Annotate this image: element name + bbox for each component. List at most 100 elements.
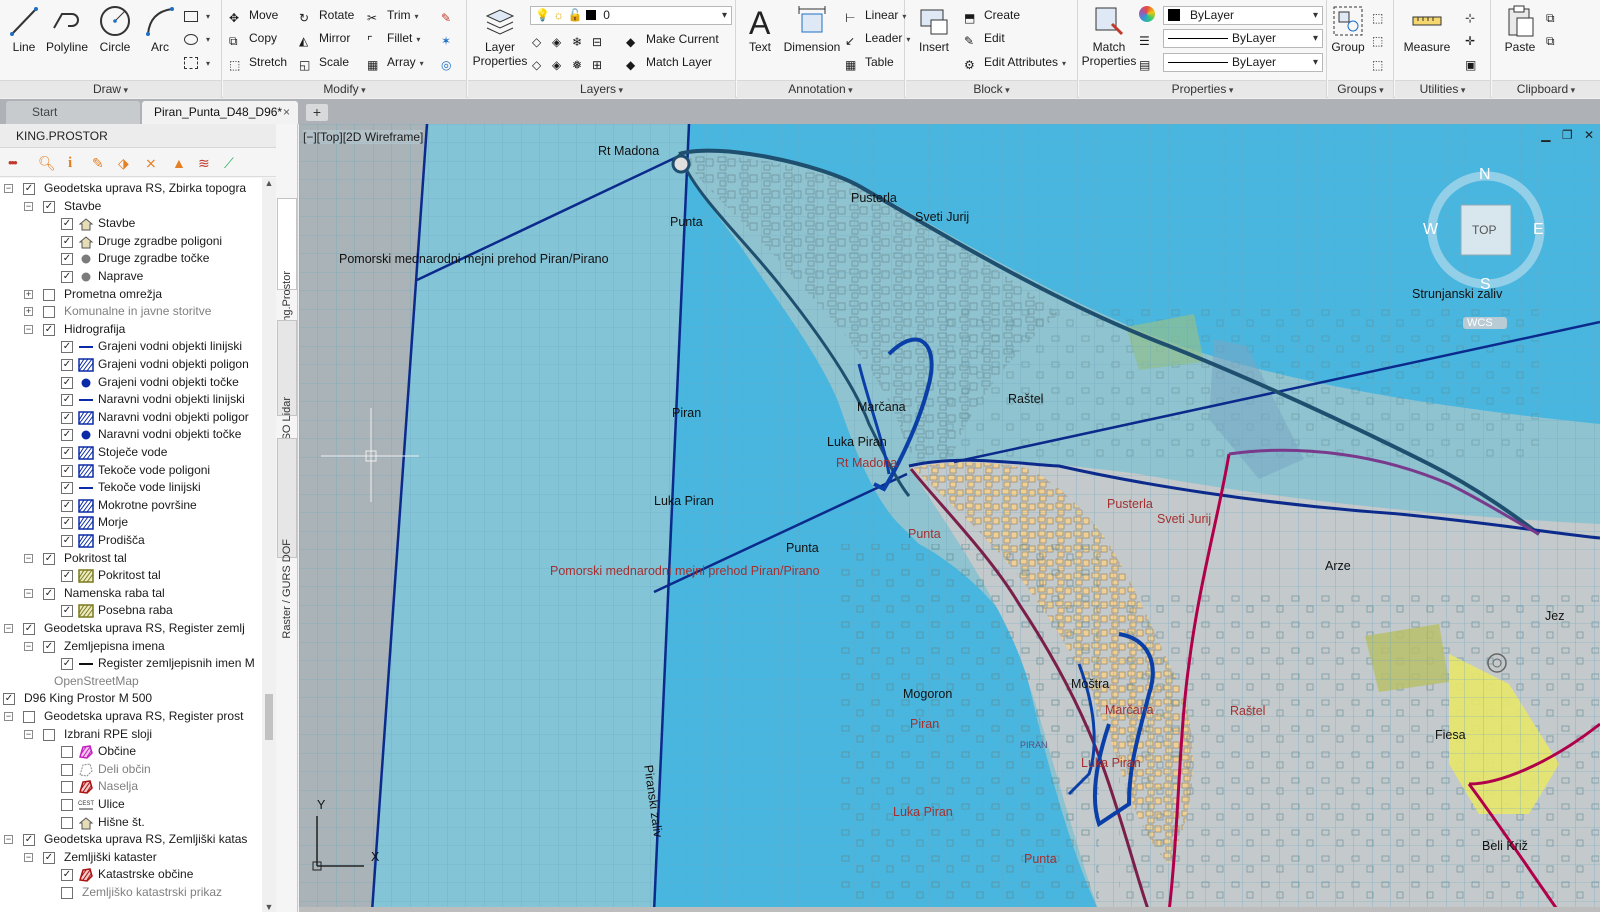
compass-n[interactable]: N (1479, 166, 1491, 184)
block-panel-title[interactable]: Block (906, 80, 1077, 98)
layer-checkbox[interactable]: ✓ (23, 183, 35, 195)
layer-checkbox[interactable]: ✓ (61, 464, 73, 477)
tree-row[interactable]: +OpenStreetMap (0, 673, 262, 691)
line-button[interactable]: Line (4, 4, 44, 54)
id-point-button[interactable]: ✛ (1465, 28, 1485, 48)
layer-checkbox[interactable]: ✓ (61, 482, 73, 495)
search-icon[interactable]: 🔍︎ (38, 155, 56, 171)
polyline-button[interactable]: Polyline (44, 4, 90, 54)
tree-row[interactable]: ✓ Naravni vodni objekti točke (0, 426, 262, 444)
tree-row[interactable]: − ✓ Namenska raba tal (0, 585, 262, 603)
tree-row[interactable]: Zemljiško katastrski prikaz (0, 884, 262, 902)
tree-row[interactable]: + Prometna omrežja (0, 286, 262, 304)
tree-expand-toggle[interactable]: + (24, 289, 33, 299)
tree-row[interactable]: ✓ Morje (0, 514, 262, 532)
viewcube[interactable]: N S W E TOP WCS (1423, 164, 1547, 365)
side-tab-king-prostor[interactable]: King.Prostor (277, 198, 297, 332)
tree-row[interactable]: − ✓ Stavbe (0, 198, 262, 216)
tree-row[interactable]: ✓ Posebna raba (0, 602, 262, 620)
scroll-down-icon[interactable]: ▼ (262, 902, 276, 912)
group-select-button[interactable]: ⬚ (1372, 52, 1392, 72)
tree-row[interactable]: + Komunalne in javne storitve (0, 303, 262, 321)
dots-icon[interactable]: ••• (8, 155, 24, 171)
layer-checkbox[interactable]: ✓ (43, 200, 55, 213)
close-icon[interactable]: ✕ (1584, 128, 1594, 142)
tree-row[interactable]: − ✓ Hidrografija (0, 321, 262, 339)
layer-checkbox[interactable]: ✓ (43, 323, 55, 336)
layer-checkbox[interactable] (43, 288, 55, 301)
layer-checkbox[interactable]: ✓ (23, 623, 35, 635)
linetype-combo[interactable]: ByLayer (1163, 29, 1323, 48)
tree-row[interactable]: ✓ Grajeni vodni objekti poligon (0, 356, 262, 374)
tree-row[interactable]: Deli občin (0, 761, 262, 779)
tree-row[interactable]: ✓ Naravni vodni objekti linijski (0, 391, 262, 409)
tree-expand-toggle[interactable]: − (4, 184, 13, 193)
tree-row[interactable]: ✓ Naravni vodni objekti poligor (0, 409, 262, 427)
scroll-up-icon[interactable]: ▲ (262, 178, 276, 188)
level-icon[interactable]: ⟋ (224, 155, 240, 171)
paste-button[interactable]: Paste (1498, 4, 1542, 54)
cross-lines-icon[interactable]: ⨯ (145, 155, 161, 171)
layer-checkbox[interactable] (61, 746, 73, 759)
wcs-menu[interactable]: WCS (1463, 317, 1507, 329)
quick-select-button[interactable]: ⊹ (1465, 5, 1485, 25)
tree-row[interactable]: − ✓ Geodetska uprava RS, Register zemlj (0, 620, 262, 638)
match-properties-button[interactable]: Match Properties (1081, 4, 1137, 68)
tree-row[interactable]: ✓ Grajeni vodni objekti točke (0, 374, 262, 392)
layer-checkbox[interactable] (61, 816, 73, 829)
array-button[interactable]: ▦ Array ▾ (367, 52, 424, 72)
tab-drawing[interactable]: Piran_Punta_D48_D96* × (142, 101, 298, 124)
edit-attributes-button[interactable]: ⚙ Edit Attributes ▾ (964, 52, 1066, 72)
canvas-hscroll[interactable] (299, 907, 1600, 912)
hatch-button[interactable]: ▾ (184, 28, 210, 48)
layer-checkbox[interactable]: ✓ (61, 535, 73, 547)
layer-checkbox[interactable]: ✓ (61, 517, 73, 530)
pencil-icon[interactable]: ✎ (92, 155, 108, 171)
layer-checkbox[interactable] (43, 728, 55, 741)
tree-row[interactable]: − ✓ Geodetska uprava RS, Zbirka topogra (0, 180, 262, 198)
tree-expand-toggle[interactable]: − (24, 553, 33, 563)
tree-expand-toggle[interactable]: − (4, 624, 13, 633)
erase-button[interactable]: ✎ (441, 5, 461, 25)
layer-checkbox[interactable]: ✓ (61, 658, 73, 671)
trim-button[interactable]: ✂ Trim ▾ (367, 5, 419, 25)
lineweight-combo[interactable]: ByLayer (1163, 53, 1323, 72)
match-layer-button[interactable]: ◆ Match Layer (626, 52, 712, 72)
utilities-panel-title[interactable]: Utilities (1395, 80, 1490, 98)
boundary-button[interactable]: ▾ (184, 52, 210, 72)
layer-checkbox[interactable]: ✓ (61, 218, 73, 231)
properties-panel-title[interactable]: Properties (1079, 80, 1326, 98)
side-tab-raster[interactable]: Raster / GURS DOF (277, 438, 297, 639)
layer-checkbox[interactable] (61, 887, 73, 899)
text-button[interactable]: A Text (741, 4, 779, 54)
layer-checkbox[interactable]: ✓ (61, 869, 73, 882)
group-edit-button[interactable]: ⬚ (1372, 28, 1392, 48)
tree-expand-toggle[interactable]: + (24, 307, 33, 317)
ungroup-button[interactable]: ⬚ (1372, 5, 1392, 25)
tree-row[interactable]: Občine (0, 743, 262, 761)
copy-button[interactable]: ⧉ Copy (229, 28, 277, 48)
group-button[interactable]: Group (1330, 4, 1366, 54)
info-icon[interactable]: i (68, 155, 84, 171)
layer-checkbox[interactable]: ✓ (61, 376, 73, 389)
tree-row[interactable]: ✓ Tekoče vode poligoni (0, 462, 262, 480)
tree-row[interactable]: − ✓ Zemljiški kataster (0, 849, 262, 867)
color-combo[interactable]: ByLayer (1163, 6, 1323, 25)
tree-row[interactable]: ✓ Mokrotne površine (0, 497, 262, 515)
terrain-icon[interactable]: ▲ (172, 155, 188, 171)
tag-icon[interactable]: ⬗ (118, 155, 134, 171)
layer-checkbox[interactable]: ✓ (61, 499, 73, 512)
scale-button[interactable]: ◱ Scale (299, 52, 349, 72)
tree-expand-toggle[interactable]: − (24, 641, 33, 651)
signal-icon[interactable]: ≋ (198, 155, 214, 171)
calculator-button[interactable]: ▣ (1465, 52, 1485, 72)
move-button[interactable]: ✥ Move (229, 5, 278, 25)
cut-clip-button[interactable]: ⧉ (1546, 28, 1566, 48)
fillet-button[interactable]: ⌜ Fillet ▾ (367, 28, 420, 48)
tree-row[interactable]: ✓ Druge zgradbe poligoni (0, 233, 262, 251)
tree-expand-toggle[interactable]: − (24, 588, 33, 598)
layer-checkbox[interactable]: ✓ (43, 552, 55, 565)
edit-block-button[interactable]: ✎ Edit (964, 28, 1005, 48)
viewport-controls[interactable]: [−][Top][2D Wireframe] (303, 130, 424, 144)
insert-button[interactable]: Insert (914, 4, 954, 54)
